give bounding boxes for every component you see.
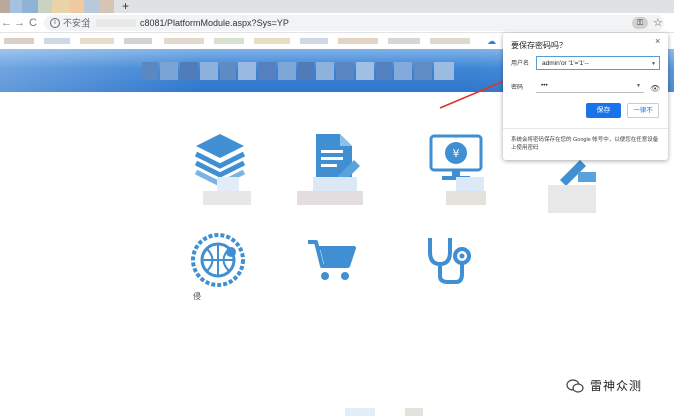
- chevron-down-icon[interactable]: ▼: [651, 60, 656, 68]
- bookmark-item[interactable]: [80, 38, 114, 44]
- address-separator: [88, 18, 89, 28]
- bookmark-item[interactable]: [44, 38, 70, 44]
- save-password-dialog: 要保存密码吗？ × 用户名 admin'or '1'='1'-- ▼ 密码 ••…: [503, 33, 668, 160]
- tab-thumbnail[interactable]: [10, 0, 22, 13]
- module-label-redacted: [438, 177, 488, 205]
- dialog-title: 要保存密码吗？: [511, 41, 567, 50]
- password-value: •••: [541, 82, 548, 89]
- password-field[interactable]: ••• ▼: [536, 79, 644, 93]
- cloud-icon[interactable]: ☁: [487, 35, 496, 47]
- tab-thumbnail[interactable]: [52, 0, 70, 13]
- bookmark-item[interactable]: [214, 38, 244, 44]
- bookmark-item[interactable]: [4, 38, 34, 44]
- tab-thumbnail[interactable]: [70, 0, 84, 13]
- module-sports[interactable]: [190, 232, 254, 292]
- svg-text:¥: ¥: [453, 147, 460, 160]
- new-tab-button[interactable]: +: [122, 0, 129, 13]
- banner-title-redacted: [142, 62, 454, 80]
- tab-thumbnail[interactable]: [0, 0, 10, 13]
- forward-button[interactable]: →: [14, 15, 25, 31]
- stethoscope-icon: [428, 238, 471, 284]
- address-bar[interactable]: i 不安全 c8081/PlatformModule.aspx?Sys=YP ⚿…: [44, 15, 664, 31]
- browser-tab-strip: +: [0, 0, 674, 13]
- module-medical[interactable]: [422, 234, 486, 294]
- bookmark-item[interactable]: [124, 38, 152, 44]
- browser-toolbar: ← → C i 不安全 c8081/PlatformModule.aspx?Sy…: [0, 13, 674, 33]
- bookmark-item[interactable]: [388, 38, 420, 44]
- never-button[interactable]: 一律不: [627, 103, 659, 118]
- username-label: 用户名: [511, 61, 530, 67]
- eye-icon[interactable]: 👁: [650, 85, 660, 93]
- password-label: 密码: [511, 85, 524, 91]
- module-shop[interactable]: [306, 236, 370, 296]
- tab-thumbnail[interactable]: [84, 0, 100, 13]
- bottom-redacted: [345, 408, 375, 416]
- bookmark-item[interactable]: [254, 38, 290, 44]
- bookmark-item[interactable]: [300, 38, 328, 44]
- shopping-cart-icon: [308, 240, 356, 280]
- dialog-footer-text: 系统会将密码保存在您的 Google 帐号中，以便您在任意设备上使用密码: [511, 137, 659, 151]
- module-label-redacted: [297, 177, 363, 205]
- bookmark-item[interactable]: [338, 38, 378, 44]
- save-button[interactable]: 保存: [586, 103, 621, 118]
- dialog-divider: [503, 128, 668, 129]
- wechat-logo-icon: [566, 379, 584, 393]
- tab-thumbnail[interactable]: [22, 0, 38, 13]
- bookmark-item[interactable]: [430, 38, 470, 44]
- bottom-redacted: [405, 408, 423, 416]
- url-redacted: [96, 19, 136, 27]
- module-label-redacted: [203, 177, 251, 205]
- screen: + ← → C i 不安全 c8081/PlatformModule.aspx?…: [0, 0, 674, 416]
- info-icon[interactable]: i: [50, 18, 60, 28]
- stray-text: 侵: [193, 292, 201, 301]
- tab-thumbnail[interactable]: [100, 0, 114, 13]
- tab-thumbnail[interactable]: [38, 0, 52, 13]
- watermark-text: 雷神众测: [590, 379, 643, 393]
- back-button[interactable]: ←: [1, 15, 12, 31]
- reload-button[interactable]: C: [29, 15, 37, 31]
- username-value: admin'or '1'='1'--: [542, 60, 589, 67]
- key-icon[interactable]: ⚿: [632, 17, 648, 29]
- bookmark-item[interactable]: [164, 38, 204, 44]
- security-label[interactable]: 不安全: [63, 17, 90, 29]
- url-text[interactable]: c8081/PlatformModule.aspx?Sys=YP: [140, 17, 289, 29]
- module-label-redacted: [548, 185, 596, 213]
- close-icon[interactable]: ×: [655, 36, 660, 46]
- basketball-icon: [191, 233, 245, 287]
- chevron-down-icon[interactable]: ▼: [636, 82, 641, 90]
- username-field[interactable]: admin'or '1'='1'-- ▼: [536, 56, 660, 70]
- star-icon[interactable]: ☆: [653, 16, 663, 30]
